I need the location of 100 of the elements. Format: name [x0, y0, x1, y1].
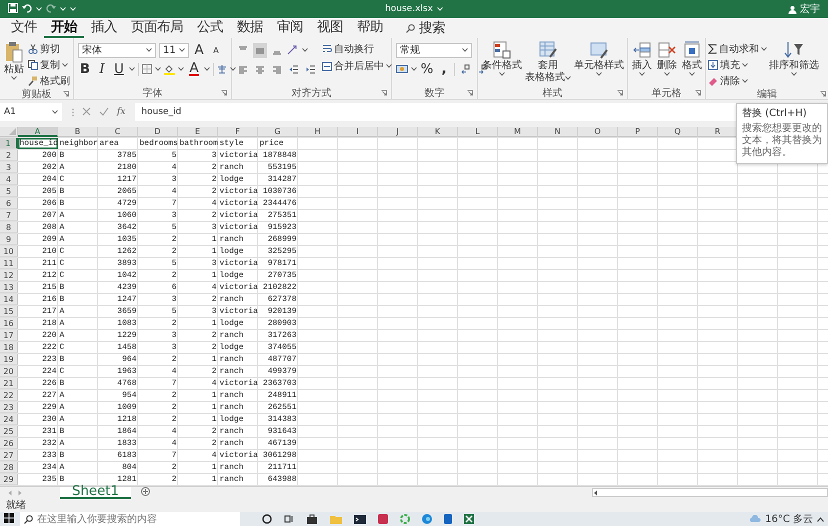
- table-cell-text: 200: [41, 150, 58, 161]
- table-cell-text: 920139: [266, 306, 298, 317]
- table-cell-text: 231: [41, 426, 58, 437]
- table-cell-text: neighbor: [58, 138, 98, 149]
- table-cell-text: C: [58, 342, 66, 353]
- table-cell-text: 3: [170, 330, 178, 341]
- tooltip-text: 搜索您想要更改的文本，将其替换为其他内容。: [742, 123, 822, 159]
- table-cell-text: ranch: [218, 402, 245, 413]
- table-cell-text: 2: [210, 294, 218, 305]
- table-cell-text: 1060: [116, 210, 138, 221]
- table-cell-text: 3: [210, 306, 218, 317]
- table-cell-text: 643988: [266, 474, 298, 485]
- table-cell-text: 1963: [116, 366, 138, 377]
- table-cell-text: 2: [210, 330, 218, 341]
- table-cell-text: victoria: [218, 306, 258, 317]
- table-cell-text: lodge: [218, 414, 245, 425]
- table-cell-text: 931643: [266, 426, 298, 437]
- table-cell-text: 223: [41, 354, 58, 365]
- table-cell-text: lodge: [218, 246, 245, 257]
- table-cell-text: B: [58, 150, 66, 161]
- table-cell-text: ranch: [218, 330, 245, 341]
- table-cell-text: 2: [170, 402, 178, 413]
- table-cell-text: 3785: [116, 150, 138, 161]
- table-cell-text: 226: [41, 378, 58, 389]
- table-cell-text: A: [58, 234, 66, 245]
- table-cell-text: 230: [41, 414, 58, 425]
- table-cell-text: 1083: [116, 318, 138, 329]
- table-cell-text: 216: [41, 294, 58, 305]
- table-cell-text: 3: [210, 258, 218, 269]
- group-label: 剪贴板: [22, 88, 52, 101]
- table-cell-text: A: [58, 318, 66, 329]
- table-cell-text: 4: [170, 366, 178, 377]
- table-cell-text: 229: [41, 402, 58, 413]
- table-cell-text: 7: [170, 450, 178, 461]
- table-cell-text: 3893: [116, 258, 138, 269]
- table-cell-text: area: [98, 138, 120, 149]
- table-cell-text: 2: [170, 246, 178, 257]
- table-cell-text: 234: [41, 462, 58, 473]
- weather-text: 16°C 多云: [765, 513, 813, 526]
- table-cell-text: 3: [170, 210, 178, 221]
- table-cell-text: 7: [170, 378, 178, 389]
- table-cell-text: 2: [170, 462, 178, 473]
- table-cell-text: 209: [41, 234, 58, 245]
- table-cell-text: 2: [210, 342, 218, 353]
- table-cell-text: victoria: [218, 198, 258, 209]
- table-cell-text: 915923: [266, 222, 298, 233]
- table-cell-text: bathroom: [178, 138, 218, 149]
- table-cell-text: B: [58, 378, 66, 389]
- table-cell-text: 2344476: [262, 198, 298, 209]
- table-cell-text: 268999: [266, 234, 298, 245]
- table-cell-text: 280903: [266, 318, 298, 329]
- table-cell-text: 2: [170, 474, 178, 485]
- table-cell-text: 2: [210, 366, 218, 377]
- table-cell-text: 217: [41, 306, 58, 317]
- table-cell-text: 1458: [116, 342, 138, 353]
- table-cell-text: 1030736: [262, 186, 298, 197]
- table-cell-text: B: [58, 426, 66, 437]
- table-cell-text: 2363703: [262, 378, 298, 389]
- table-cell-text: A: [58, 402, 66, 413]
- group-label: 编辑: [757, 88, 777, 101]
- table-cell-text: ranch: [218, 426, 245, 437]
- group-label: 对齐方式: [292, 86, 332, 100]
- table-cell-text: 325295: [266, 246, 298, 257]
- table-cell-text: 205: [41, 186, 58, 197]
- table-cell-text: 204: [41, 174, 58, 185]
- table-cell-text: 2102822: [262, 282, 298, 293]
- table-cell-text: B: [58, 354, 66, 365]
- table-cell-text: 1864: [116, 426, 138, 437]
- table-cell-text: 1833: [116, 438, 138, 449]
- table-cell-text: 211: [41, 258, 58, 269]
- table-cell-text: ranch: [218, 354, 245, 365]
- table-cell-text: victoria: [218, 222, 258, 233]
- table-cell-text: A: [58, 162, 66, 173]
- table-cell-text: 2: [170, 354, 178, 365]
- table-cell-text: B: [58, 186, 66, 197]
- table-cell-text: 1: [210, 354, 218, 365]
- table-cell-text: ranch: [218, 462, 245, 473]
- table-cell-text: 954: [121, 390, 138, 401]
- table-cell-text: 233: [41, 450, 58, 461]
- table-cell-text: 4239: [116, 282, 138, 293]
- table-cell-text: A: [58, 438, 66, 449]
- table-cell-text: 1: [210, 402, 218, 413]
- table-cell-text: 314383: [266, 414, 298, 425]
- table-cell-text: 3: [170, 294, 178, 305]
- table-cell-text: 3: [210, 222, 218, 233]
- table-cell-text: 1247: [116, 294, 138, 305]
- table-cell-text: victoria: [218, 258, 258, 269]
- table-cell-text: 248911: [266, 390, 298, 401]
- table-cell-text: 2180: [116, 162, 138, 173]
- table-cell-text: 1229: [116, 330, 138, 341]
- table-cell-text: victoria: [218, 450, 258, 461]
- table-cell-text: 2065: [116, 186, 138, 197]
- table-cell-text: A: [58, 222, 66, 233]
- table-cell-text: 1: [210, 414, 218, 425]
- table-cell-text: 499379: [266, 366, 298, 377]
- table-cell-text: 1: [210, 318, 218, 329]
- table-cell-text: 2: [170, 318, 178, 329]
- table-cell-text: 2: [170, 414, 178, 425]
- table-cell-text: 964: [121, 354, 138, 365]
- table-cell-text: 227: [41, 390, 58, 401]
